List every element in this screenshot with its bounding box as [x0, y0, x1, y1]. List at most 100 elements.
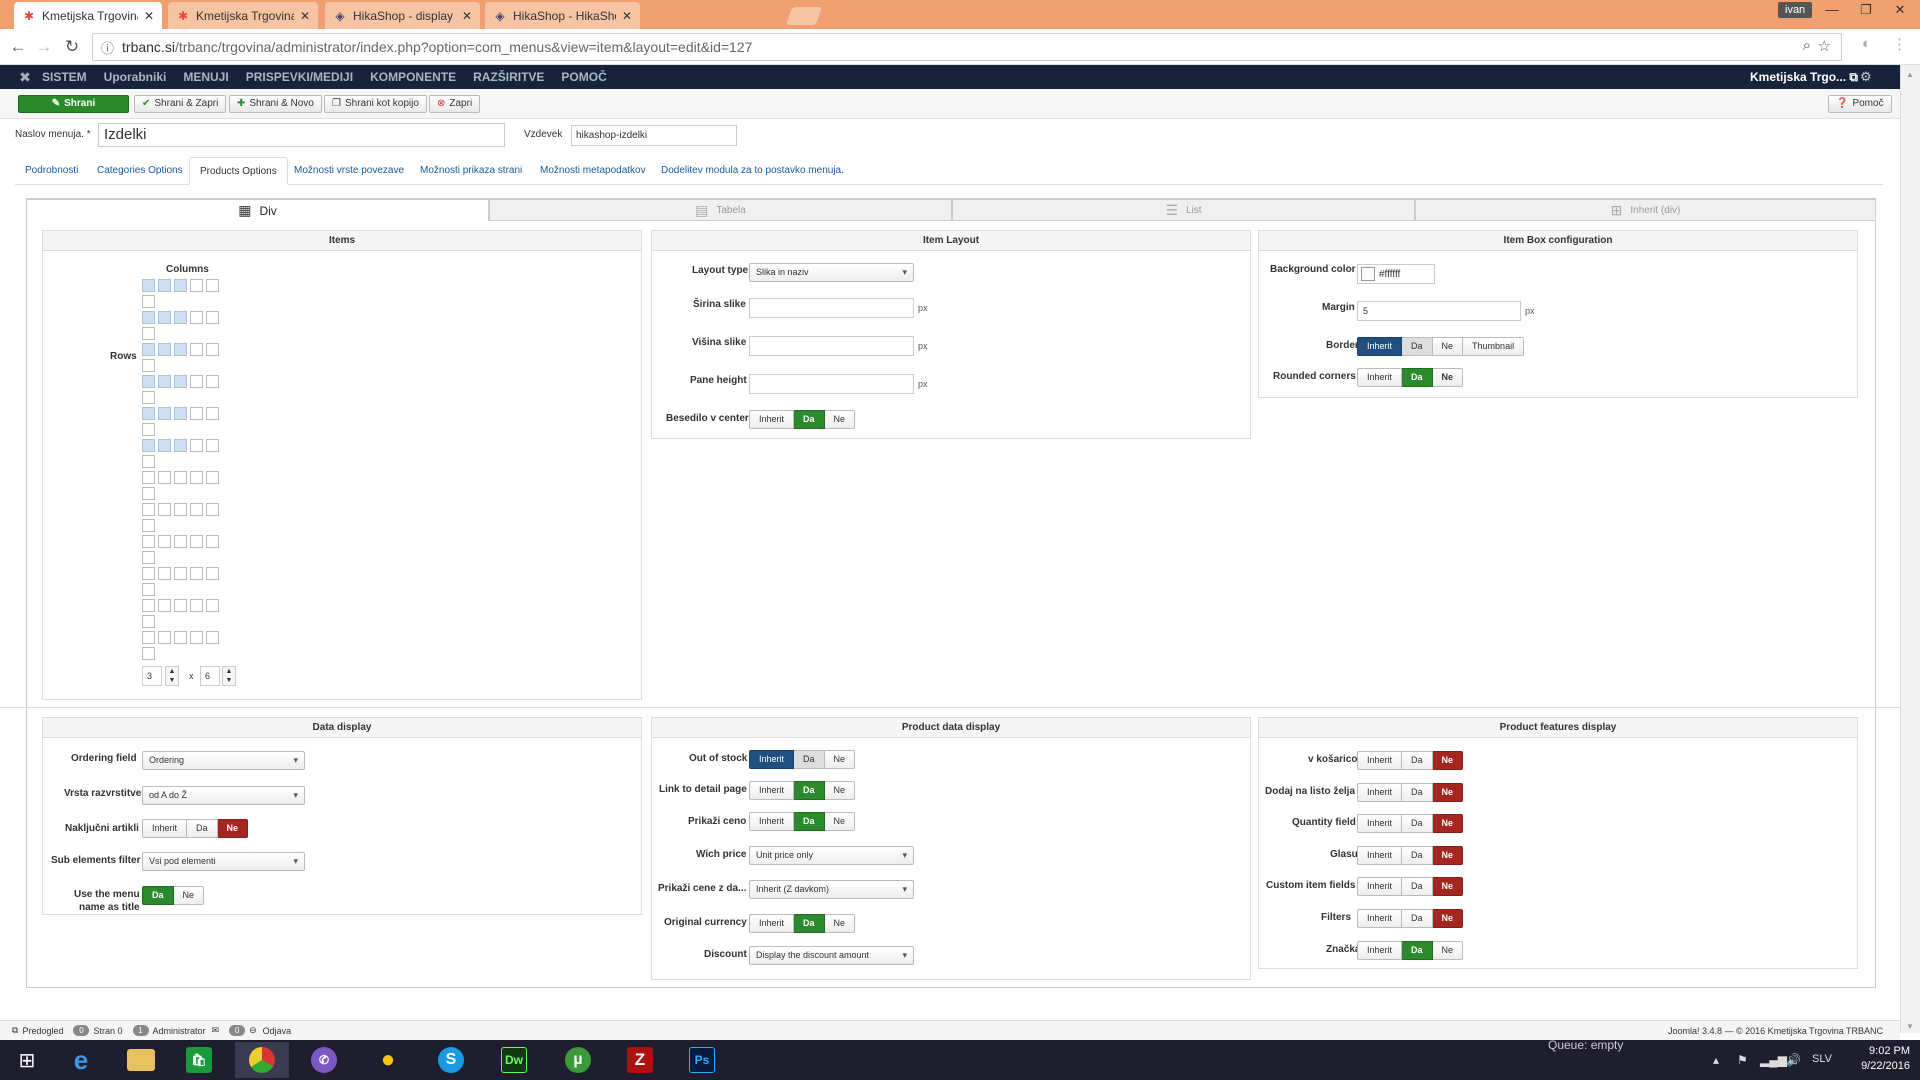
option-da[interactable]: Da	[1402, 751, 1433, 770]
grid-cell[interactable]	[158, 599, 171, 612]
option-inherit[interactable]: Inherit	[1357, 368, 1403, 387]
columns-stepper[interactable]: ▲ ▼	[165, 666, 179, 686]
option-inherit[interactable]: Inherit	[749, 781, 795, 800]
grid-cell[interactable]	[142, 615, 155, 628]
grid-cell[interactable]	[190, 471, 203, 484]
grid-cell[interactable]	[174, 631, 187, 644]
new-tab-button[interactable]	[785, 7, 823, 25]
reload-icon[interactable]: ↻	[62, 37, 82, 57]
option-ne[interactable]: Ne	[824, 781, 856, 800]
option-da[interactable]: Da	[1402, 368, 1433, 387]
random-items-toggle[interactable]: Inherit Da Ne	[142, 819, 249, 838]
alias-input[interactable]: hikashop-izdelki	[571, 125, 737, 146]
menu-menuji[interactable]: MENUJI	[183, 70, 228, 84]
grid-cell[interactable]	[190, 567, 203, 580]
menu-title-toggle[interactable]: Da Ne	[142, 886, 205, 905]
discount-select[interactable]: Display the discount amount	[749, 946, 914, 965]
grid-cell[interactable]	[158, 631, 171, 644]
feature-toggle[interactable]: Inherit Da Ne	[1357, 877, 1464, 897]
logout-link[interactable]: Odjava	[263, 1026, 292, 1036]
mode-tab-div[interactable]: ▦ Div	[26, 199, 489, 221]
internet-explorer-icon[interactable]: e	[54, 1042, 108, 1078]
chrome-icon[interactable]	[235, 1042, 289, 1078]
grid-cell[interactable]	[142, 279, 155, 292]
menu-pomoc[interactable]: POMOČ	[561, 70, 606, 84]
grid-cell[interactable]	[158, 375, 171, 388]
feature-toggle[interactable]: Inherit Da Ne	[1357, 940, 1464, 960]
option-ne[interactable]: Ne	[173, 886, 205, 905]
option-inherit[interactable]: Inherit	[1357, 782, 1403, 802]
scroll-up-icon[interactable]: ▲	[1906, 70, 1914, 79]
browser-tab-4[interactable]: ◈ HikaShop - HikaShop - F ✕	[485, 2, 640, 29]
option-ne[interactable]: Ne	[824, 410, 856, 429]
grid-cell[interactable]	[142, 391, 155, 404]
feature-toggle[interactable]: Inherit Da Ne	[1357, 814, 1464, 834]
page-scrollbar[interactable]	[1900, 65, 1920, 1033]
browser-tab-1[interactable]: ✱ Kmetijska Trgovina TRBA ✕	[14, 2, 162, 29]
option-inherit[interactable]: Inherit	[749, 750, 795, 769]
center-text-toggle[interactable]: Inherit Da Ne	[749, 410, 856, 429]
which-price-select[interactable]: Unit price only	[749, 846, 914, 865]
menu-uporabniki[interactable]: Uporabniki	[104, 70, 167, 84]
close-tab-icon[interactable]: ✕	[462, 9, 472, 23]
grid-cell[interactable]	[206, 375, 219, 388]
option-inherit[interactable]: Inherit	[1357, 909, 1403, 928]
grid-cell[interactable]	[158, 407, 171, 420]
grid-cell[interactable]	[206, 503, 219, 516]
windows-start-icon[interactable]: ⊞	[0, 1042, 54, 1078]
rows-input[interactable]: 6	[200, 666, 220, 686]
action-center-icon[interactable]: ⚑	[1737, 1053, 1748, 1067]
url-input[interactable]: ⓘ trbanc.si/trbanc/trgovina/administrato…	[92, 33, 1842, 61]
grid-cell[interactable]	[142, 359, 155, 372]
save-new-button[interactable]: ✚ Shrani & Novo	[229, 95, 322, 113]
close-tab-icon[interactable]: ✕	[300, 9, 310, 23]
grid-cell[interactable]	[174, 503, 187, 516]
option-da[interactable]: Da	[1402, 909, 1433, 928]
browser-tab-3[interactable]: ◈ HikaShop - display by co ✕	[325, 2, 480, 29]
grid-cell[interactable]	[142, 327, 155, 340]
show-price-toggle[interactable]: Inherit Da Ne	[749, 812, 856, 831]
option-ne[interactable]: Ne	[1432, 751, 1464, 770]
option-da[interactable]: Da	[1402, 877, 1433, 897]
rounded-corners-toggle[interactable]: Inherit Da Ne	[1357, 368, 1464, 387]
grid-cell[interactable]	[142, 407, 155, 420]
option-da[interactable]: Da	[794, 914, 825, 933]
original-currency-toggle[interactable]: Inherit Da Ne	[749, 914, 856, 933]
grid-cell[interactable]	[206, 407, 219, 420]
out-of-stock-toggle[interactable]: Inherit Da Ne	[749, 750, 856, 769]
grid-cell[interactable]	[174, 567, 187, 580]
grid-cell[interactable]	[206, 535, 219, 548]
option-ne[interactable]: Ne	[1432, 337, 1464, 356]
option-da[interactable]: Da	[794, 410, 825, 429]
grid-cell[interactable]	[206, 631, 219, 644]
grid-cell[interactable]	[142, 567, 155, 580]
option-da[interactable]: Da	[142, 886, 174, 905]
grid-cell[interactable]	[142, 583, 155, 596]
columns-input[interactable]: 3	[142, 666, 162, 686]
grid-cell[interactable]	[190, 407, 203, 420]
grid-cell[interactable]	[174, 535, 187, 548]
grid-cell[interactable]	[158, 439, 171, 452]
option-ne[interactable]: Ne	[824, 812, 856, 831]
close-tab-icon[interactable]: ✕	[622, 9, 632, 23]
grid-cell[interactable]	[158, 343, 171, 356]
save-copy-button[interactable]: ❐ Shrani kot kopijo	[324, 95, 427, 113]
grid-cell[interactable]	[142, 487, 155, 500]
grid-cell[interactable]	[190, 599, 203, 612]
items-grid[interactable]	[142, 279, 222, 663]
option-inherit[interactable]: Inherit	[1357, 845, 1403, 865]
grid-cell[interactable]	[142, 519, 155, 532]
option-inherit[interactable]: Inherit	[1357, 940, 1403, 960]
tab-metadata-options[interactable]: Možnosti metapodatkov	[530, 157, 656, 185]
option-da[interactable]: Da	[1402, 782, 1433, 802]
grid-cell[interactable]	[190, 343, 203, 356]
sort-type-select[interactable]: od A do Ž	[142, 786, 305, 805]
option-ne[interactable]: Ne	[1432, 940, 1464, 960]
window-close-icon[interactable]: ✕	[1884, 0, 1916, 20]
cyberduck-icon[interactable]: ●	[361, 1042, 415, 1078]
grid-cell[interactable]	[142, 439, 155, 452]
grid-cell[interactable]	[190, 535, 203, 548]
tab-link-type-options[interactable]: Možnosti vrste povezave	[284, 157, 414, 185]
grid-cell[interactable]	[142, 311, 155, 324]
layout-type-select[interactable]: Slika in naziv	[749, 263, 914, 282]
